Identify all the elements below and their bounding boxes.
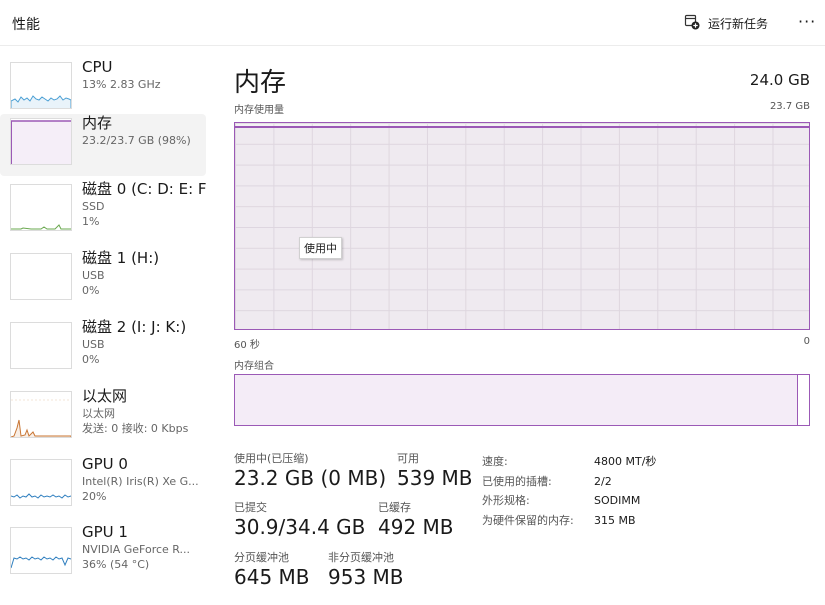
property-row: 已使用的插槽: 2/2 xyxy=(482,472,656,492)
usage-graph-fill xyxy=(235,127,809,329)
in-use-tooltip: 使用中 xyxy=(299,237,342,259)
composition-in-use-segment xyxy=(235,375,798,425)
sidebar-item-name: GPU 0 xyxy=(82,455,128,473)
stat-value: 539 MB xyxy=(397,466,473,490)
more-options-button[interactable]: ··· xyxy=(798,12,816,31)
usage-graph-line xyxy=(235,126,809,129)
usage-graph-max: 23.7 GB xyxy=(769,101,810,112)
sidebar-item-detail: USB xyxy=(82,338,105,351)
title-bar: 性能 运行新任务 ··· xyxy=(0,0,825,46)
memory-mini-graph xyxy=(10,118,72,165)
stat-cached: 已缓存 492 MB xyxy=(378,501,454,539)
property-key: 已使用的插槽: xyxy=(482,474,552,488)
stat-value: 30.9/34.4 GB xyxy=(234,515,366,539)
stat-nonpaged-pool: 非分页缓冲池 953 MB xyxy=(328,551,404,589)
disk-1-mini-graph xyxy=(10,253,72,300)
property-row: 外形规格: SODIMM xyxy=(482,491,656,511)
sidebar-item-detail: NVIDIA GeForce R... xyxy=(82,543,191,556)
stat-paged-pool: 分页缓冲池 645 MB xyxy=(234,551,310,589)
sidebar-item-memory[interactable]: 内存 23.2/23.7 GB (98%) xyxy=(0,114,206,176)
property-key: 速度: xyxy=(482,455,508,468)
usage-graph-label: 内存使用量 xyxy=(234,105,284,116)
stat-label: 可用 xyxy=(397,452,419,465)
stat-label: 已缓存 xyxy=(378,501,411,514)
stat-committed: 已提交 30.9/34.4 GB xyxy=(234,501,365,539)
disk-0-mini-graph xyxy=(10,184,72,231)
run-new-task-label: 运行新任务 xyxy=(708,17,769,31)
sidebar-item-disk-1[interactable]: 磁盘 1 (H:) USB 0% xyxy=(0,249,206,311)
new-task-icon xyxy=(684,14,700,33)
property-value: 315 MB xyxy=(594,513,636,527)
sidebar-item-usage: 发送: 0 接收: 0 Kbps xyxy=(82,422,189,435)
sidebar-item-cpu[interactable]: CPU 13% 2.83 GHz xyxy=(0,58,206,120)
sidebar-item-usage: 0% xyxy=(82,284,100,297)
stat-value: 492 MB xyxy=(378,515,454,539)
composition-label: 内存组合 xyxy=(234,361,274,372)
stat-label: 已提交 xyxy=(234,501,267,514)
stat-value: 953 MB xyxy=(328,565,404,589)
time-axis-end: 0 xyxy=(803,336,810,347)
property-key: 外形规格: xyxy=(482,494,530,507)
memory-composition-bar xyxy=(234,374,810,426)
sidebar-item-name: 以太网 xyxy=(82,387,128,405)
sidebar-item-name: 磁盘 2 (I: J: K:) xyxy=(82,318,187,336)
sidebar-item-detail: SSD xyxy=(82,200,105,213)
sidebar-item-name: CPU xyxy=(82,58,113,76)
memory-usage-graph: 使用中 xyxy=(234,122,810,330)
stat-label: 使用中(已压缩) xyxy=(234,452,309,465)
gpu-1-mini-graph xyxy=(10,527,72,574)
memory-properties: 速度: 4800 MT/秒 已使用的插槽: 2/2 外形规格: SODIMM 为… xyxy=(482,452,656,530)
sidebar-item-ethernet[interactable]: 以太网 以太网 发送: 0 接收: 0 Kbps xyxy=(0,387,206,449)
stat-label: 非分页缓冲池 xyxy=(328,551,394,564)
ethernet-mini-graph xyxy=(10,391,72,438)
sidebar-item-gpu-1[interactable]: GPU 1 NVIDIA GeForce R... 36% (54 °C) xyxy=(0,523,206,585)
sidebar-item-detail: 13% 2.83 GHz xyxy=(82,78,161,91)
time-axis-start: 60 秒 xyxy=(234,340,260,351)
property-value: 2/2 xyxy=(594,474,612,488)
sidebar-item-usage: 1% xyxy=(82,215,100,228)
page-title: 性能 xyxy=(12,17,40,33)
sidebar-item-detail: 23.2/23.7 GB (98%) xyxy=(82,134,191,147)
sidebar-item-detail: 以太网 xyxy=(82,407,115,420)
memory-panel: 内存 24.0 GB 内存使用量 23.7 GB 使用中 60 秒 0 内存组合… xyxy=(234,46,810,605)
sidebar-item-disk-0[interactable]: 磁盘 0 (C: D: E: F: SSD 1% xyxy=(0,180,206,242)
sidebar-item-usage: 36% (54 °C) xyxy=(82,558,150,571)
gpu-0-mini-graph xyxy=(10,459,72,506)
sidebar-item-name: 磁盘 1 (H:) xyxy=(82,249,160,267)
cpu-mini-graph xyxy=(10,62,72,109)
property-key: 为硬件保留的内存: xyxy=(482,513,574,527)
sidebar-item-detail: USB xyxy=(82,269,105,282)
sidebar-item-detail: Intel(R) Iris(R) Xe G... xyxy=(82,475,199,488)
disk-2-mini-graph xyxy=(10,322,72,369)
run-new-task-button[interactable]: 运行新任务 xyxy=(684,14,768,33)
panel-title: 内存 xyxy=(234,68,287,98)
sidebar-item-gpu-0[interactable]: GPU 0 Intel(R) Iris(R) Xe G... 20% xyxy=(0,455,206,517)
property-row: 速度: 4800 MT/秒 xyxy=(482,452,656,472)
stat-available: 可用 539 MB xyxy=(397,452,473,490)
stat-in-use: 使用中(已压缩) 23.2 GB (0 MB) xyxy=(234,452,386,490)
stat-value: 645 MB xyxy=(234,565,310,589)
sidebar-item-name: GPU 1 xyxy=(82,523,128,541)
stat-value: 23.2 GB (0 MB) xyxy=(234,466,387,490)
property-value: 4800 MT/秒 xyxy=(594,455,657,468)
total-memory: 24.0 GB xyxy=(749,71,810,89)
property-row: 为硬件保留的内存: 315 MB xyxy=(482,511,656,531)
sidebar-item-disk-2[interactable]: 磁盘 2 (I: J: K:) USB 0% xyxy=(0,318,206,380)
stat-label: 分页缓冲池 xyxy=(234,551,289,564)
sidebar: CPU 13% 2.83 GHz 内存 23.2/23.7 GB (98%) 磁… xyxy=(0,46,210,605)
property-value: SODIMM xyxy=(594,494,641,507)
sidebar-item-name: 磁盘 0 (C: D: E: F: xyxy=(82,180,206,198)
sidebar-item-usage: 20% xyxy=(82,490,107,503)
sidebar-item-name: 内存 xyxy=(82,114,113,132)
sidebar-item-usage: 0% xyxy=(82,353,100,366)
